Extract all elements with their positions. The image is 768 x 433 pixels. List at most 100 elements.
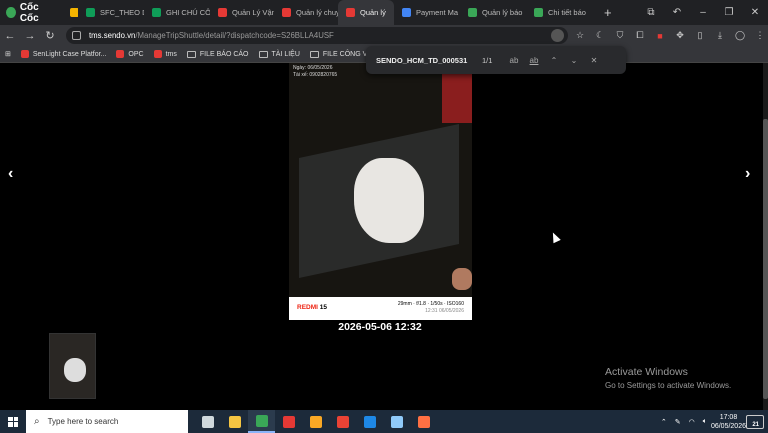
- bookmark-item[interactable]: SenLight Case Platfor...: [16, 50, 112, 58]
- scrollbar-thumb[interactable]: [763, 119, 768, 399]
- sendo-icon: [20, 50, 29, 58]
- app-orange-taskbar-button[interactable]: [410, 410, 437, 433]
- tab-label: Quản lý chuy: [296, 8, 338, 17]
- tab-label: Quản Lý Vận: [232, 8, 274, 17]
- screenshot-icon[interactable]: ⧉: [638, 7, 664, 18]
- bookmark-star-icon[interactable]: ☆: [570, 30, 590, 41]
- bookmark-label: OPC: [128, 50, 144, 58]
- activate-title: Activate Windows: [605, 366, 688, 378]
- extension-flag-icon[interactable]: ■: [650, 31, 670, 41]
- coccoc-browser-taskbar-button[interactable]: [248, 410, 275, 433]
- site-info-icon[interactable]: [72, 31, 81, 40]
- keyboard-language-icon[interactable]: ✎: [671, 418, 685, 426]
- notepad-icon: [390, 415, 403, 428]
- notification-count: 21: [752, 421, 759, 428]
- thumbnail-bag: [64, 358, 86, 382]
- file-explorer-icon: [228, 415, 241, 428]
- taskbar-search-box[interactable]: ⌕ Type here to search: [26, 410, 188, 433]
- sheets-icon: [152, 8, 161, 17]
- extensions-icon[interactable]: ⧠: [630, 30, 650, 41]
- url-bar[interactable]: tms.sendo.vn /ManageTripShuttle/detail/?…: [66, 27, 568, 44]
- browser-tab[interactable]: Quản Lý Vận: [210, 0, 274, 25]
- split-view-icon[interactable]: ▯: [690, 30, 710, 41]
- file-explorer-taskbar-button[interactable]: [221, 410, 248, 433]
- bookmark-item[interactable]: TÀI LIỆU: [254, 50, 305, 58]
- bookmark-item[interactable]: OPC: [111, 50, 148, 58]
- minimize-button[interactable]: –: [690, 7, 716, 18]
- find-close-button[interactable]: ✕: [584, 56, 604, 65]
- camera-exposure: 29mm · f/1.8 · 1/50s · ISO160: [397, 301, 464, 307]
- wps-office-taskbar-button[interactable]: [275, 410, 302, 433]
- taskbar-clock[interactable]: 17:08 06/05/2026: [711, 413, 746, 431]
- find-next-button[interactable]: ⌄: [564, 56, 584, 65]
- thumbnail-image[interactable]: [49, 333, 96, 399]
- browser-tab[interactable]: GHI CHÚ CÔ: [144, 0, 210, 25]
- new-tab-button[interactable]: +: [598, 5, 618, 20]
- menu-icon[interactable]: ⋮: [750, 30, 768, 41]
- forward-button[interactable]: →: [20, 30, 40, 42]
- bookmark-item[interactable]: FILE BÁO CÁO: [182, 50, 254, 58]
- camera-spec: 29mm · f/1.8 · 1/50s · ISO160 12:31 06/0…: [398, 301, 464, 315]
- bookmark-label: FILE BÁO CÁO: [199, 50, 249, 58]
- extensions-puzzle-icon[interactable]: ✥: [670, 30, 690, 41]
- delivery-photo: Ngày: 06/05/2026 Tài xế: 0902820765 REDM…: [289, 63, 472, 320]
- clock-date: 06/05/2026: [710, 422, 746, 430]
- profile-icon[interactable]: ◯: [730, 30, 750, 41]
- app-orange-icon: [417, 415, 430, 428]
- address-toolbar: ← → ↻ tms.sendo.vn /ManageTripShuttle/de…: [0, 25, 768, 46]
- photo-plastic-bag: [354, 158, 424, 243]
- start-button[interactable]: [0, 410, 26, 433]
- close-window-button[interactable]: ✕: [742, 7, 768, 18]
- volume-icon[interactable]: 🔈︎: [699, 418, 711, 426]
- browser-tab[interactable]: SFC_THEO D: [78, 0, 144, 25]
- find-previous-button[interactable]: ⌃: [544, 56, 564, 65]
- globe-icon: [468, 8, 477, 17]
- tab-label: Quản lý: [360, 8, 386, 17]
- sheets-icon: [86, 8, 95, 17]
- translate-icon[interactable]: [551, 29, 564, 42]
- task-view-taskbar-button[interactable]: [194, 410, 221, 433]
- find-in-page-bar: SENDO_HCM_TD_000531 1/1 ab ab ⌃ ⌄ ✕: [366, 46, 626, 74]
- task-view-icon: [201, 415, 214, 428]
- browser-tab[interactable]: Quản lý báo: [460, 0, 526, 25]
- match-case-button[interactable]: ab: [504, 56, 524, 65]
- apps-grid-icon[interactable]: ⊞: [0, 50, 16, 58]
- clock-time: 17:08: [719, 413, 738, 421]
- camera-watermark: REDMI 15 29mm · f/1.8 · 1/50s · ISO160 1…: [289, 297, 472, 320]
- zalo-taskbar-button[interactable]: [356, 410, 383, 433]
- browser-tab[interactable]: Payment Ma: [394, 0, 460, 25]
- network-icon[interactable]: ◠: [685, 418, 699, 426]
- shield-icon[interactable]: ⛉: [610, 30, 630, 41]
- dark-mode-icon[interactable]: ☾: [590, 30, 610, 41]
- tab-label: GHI CHÚ CÔ: [166, 8, 210, 17]
- browser-tab[interactable]: Quản lý chuy: [274, 0, 338, 25]
- browser-tab-bar: Cốc Cốc SFC_THEO D GHI CHÚ CÔ Quản Lý Vận Q…: [0, 0, 768, 25]
- bookmark-item[interactable]: tms: [149, 50, 182, 58]
- page-scrollbar[interactable]: [763, 63, 768, 410]
- show-hidden-icons-icon[interactable]: ⌃: [657, 418, 671, 426]
- restore-button[interactable]: ❐: [716, 7, 742, 18]
- toolbar-icons: ☆ ☾ ⛉ ⧠ ■ ✥ ▯ ⤓ ◯ ⋮: [570, 25, 768, 46]
- find-input[interactable]: SENDO_HCM_TD_000531: [376, 56, 482, 65]
- notepad-taskbar-button[interactable]: [383, 410, 410, 433]
- browser-brand[interactable]: Cốc Cốc: [0, 0, 62, 25]
- back-button[interactable]: ←: [0, 30, 20, 42]
- whole-word-button[interactable]: ab: [524, 56, 544, 65]
- reload-button[interactable]: ↻: [40, 29, 60, 42]
- sendo-icon: [153, 50, 162, 58]
- sticky-notes-icon: [309, 415, 322, 428]
- download-icon[interactable]: ⤓: [710, 30, 730, 41]
- windows-taskbar: ⌕ Type here to search ⌃ ✎ ◠ 🔈︎ 17:08 06/…: [0, 410, 768, 433]
- tab-label: Chi tiết báo: [548, 8, 586, 17]
- chrome-taskbar-button[interactable]: [329, 410, 356, 433]
- next-image-button[interactable]: ›: [745, 165, 750, 183]
- back-history-icon[interactable]: ↶: [664, 7, 690, 18]
- bookmark-label: tms: [165, 50, 177, 58]
- notification-center-icon[interactable]: 21: [746, 414, 764, 429]
- url-host: tms.sendo.vn: [89, 31, 136, 40]
- previous-image-button[interactable]: ‹: [8, 165, 13, 183]
- browser-tab[interactable]: Quản lý✕: [338, 0, 394, 25]
- sticky-notes-taskbar-button[interactable]: [302, 410, 329, 433]
- browser-tab[interactable]: Chi tiết báo: [526, 0, 598, 25]
- browser-tab[interactable]: [62, 0, 78, 25]
